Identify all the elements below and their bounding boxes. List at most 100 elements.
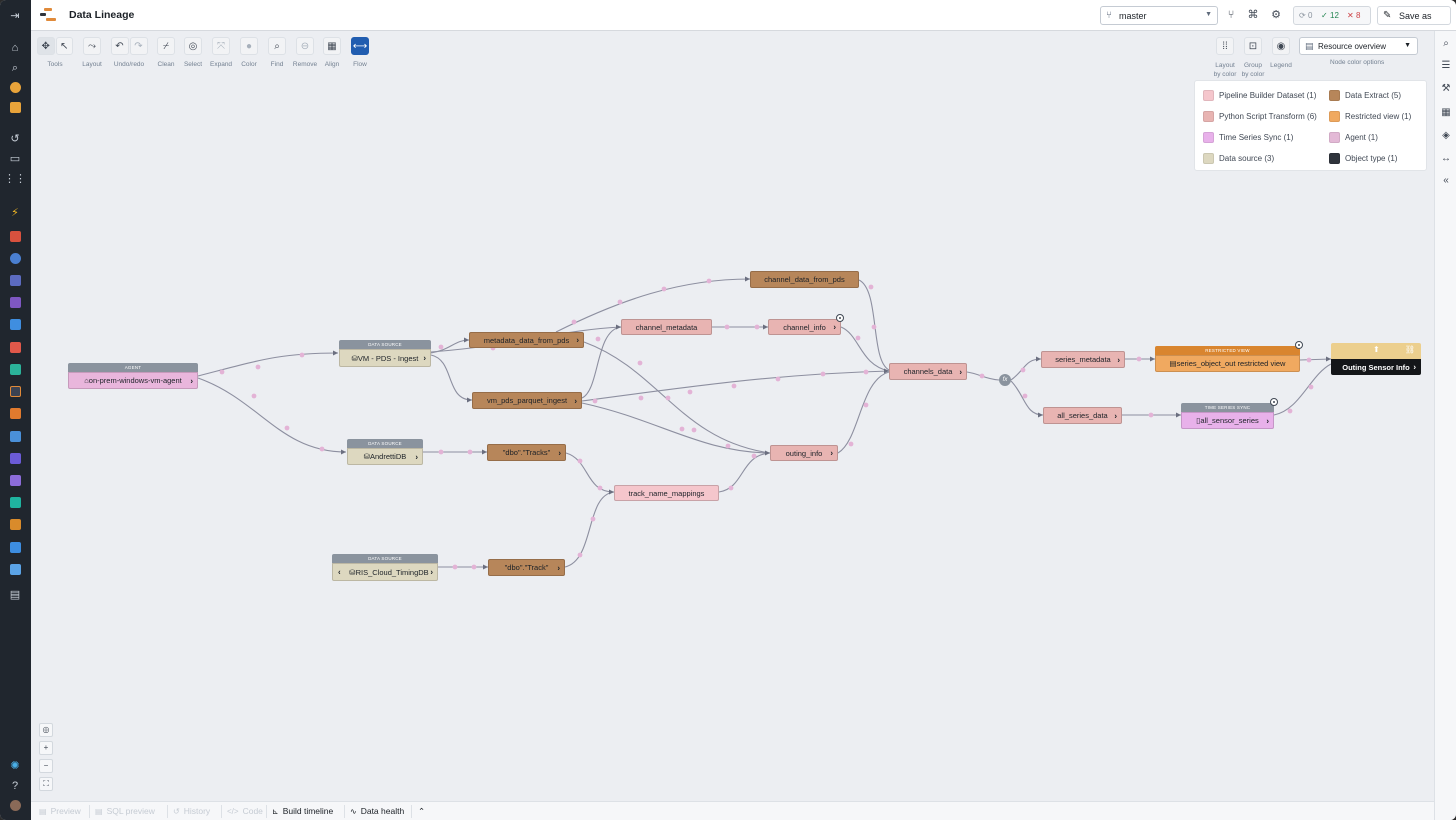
chevron-right-icon[interactable]: ›: [1413, 363, 1416, 372]
node-label: Outing Sensor Info: [1342, 362, 1410, 372]
table-icon: ▤: [39, 806, 47, 816]
chevron-right-icon[interactable]: ›: [574, 396, 577, 405]
fit-to-screen-icon[interactable]: ⛶: [39, 777, 53, 791]
flow-dot: [775, 376, 781, 382]
chevron-right-icon[interactable]: ›: [423, 354, 426, 363]
channels-data-node[interactable]: channels_data ›: [889, 363, 967, 380]
chevron-right-icon[interactable]: ›: [190, 376, 193, 385]
tab-code[interactable]: </> Code: [227, 806, 263, 816]
tab-label: Code: [242, 806, 263, 816]
edge: [565, 452, 615, 493]
flow-dot: [1308, 384, 1314, 390]
flow-dot: [754, 324, 760, 330]
flow-dot: [665, 395, 671, 401]
node-label: RIS_Cloud_TimingDB: [355, 567, 429, 577]
edge: [197, 377, 347, 453]
node-label: outing_info: [785, 448, 823, 458]
outing-info-node[interactable]: outing_info ›: [770, 445, 838, 461]
chevron-left-icon[interactable]: ‹: [338, 568, 341, 577]
dbo-tracks-node[interactable]: "dbo"."Tracks" ›: [487, 444, 566, 461]
tab-data-health[interactable]: ∿ Data health: [350, 806, 404, 816]
channel-metadata-node[interactable]: channel_metadata: [621, 319, 712, 335]
flow-dot: [590, 516, 596, 522]
all-series-data-node[interactable]: all_series_data ›: [1043, 407, 1122, 424]
edge: [197, 352, 339, 377]
recenter-icon[interactable]: ◎: [39, 723, 53, 737]
flow-dot: [820, 371, 826, 377]
node-status-badge[interactable]: [1270, 398, 1278, 406]
table-icon: ▤: [1169, 359, 1177, 368]
agent-node[interactable]: ⌂ on-prem-windows-vm-agent ›: [68, 372, 198, 389]
edge: [718, 452, 771, 493]
flow-dot: [731, 383, 737, 389]
node-label: series_metadata: [1055, 355, 1111, 364]
data-source-node-header: DATA SOURCE: [332, 554, 438, 563]
chevron-right-icon[interactable]: ›: [557, 563, 560, 572]
restricted-view-node[interactable]: ▤ series_object_out restricted view: [1155, 355, 1300, 372]
flow-dot: [452, 564, 458, 570]
flow-dot: [284, 425, 290, 431]
series-metadata-node[interactable]: series_metadata ›: [1041, 351, 1125, 368]
chevron-right-icon[interactable]: ›: [833, 323, 836, 332]
tab-label: Preview: [50, 806, 81, 816]
tab-preview[interactable]: ▤ Preview: [39, 806, 81, 816]
chevron-right-icon[interactable]: ›: [1114, 411, 1117, 420]
pulse-icon: ∿: [350, 806, 357, 816]
edge: [1010, 358, 1042, 381]
chevron-right-icon[interactable]: ›: [959, 367, 962, 376]
flow-dot: [687, 389, 693, 395]
flow-dot: [577, 458, 583, 464]
code-icon: </>: [227, 806, 239, 816]
outing-sensor-info-node[interactable]: Outing Sensor Info ›: [1331, 359, 1421, 375]
tab-history[interactable]: ↺ History: [173, 806, 210, 816]
andretti-db-node[interactable]: ⛁ AndrettiDB ›: [347, 448, 423, 465]
flow-dot: [251, 393, 257, 399]
tab-build-timeline[interactable]: ⊾ Build timeline: [272, 806, 333, 816]
node-label: channel_data_from_pds: [764, 275, 845, 284]
edge: [1010, 380, 1044, 416]
node-label: "dbo"."Tracks": [502, 448, 551, 457]
zoom-out-icon[interactable]: −: [39, 759, 53, 773]
divider: [411, 805, 412, 818]
node-status-badge[interactable]: [1295, 341, 1303, 349]
chevron-right-icon[interactable]: ›: [415, 452, 418, 461]
flow-dot: [1287, 408, 1293, 414]
zoom-in-icon[interactable]: +: [39, 741, 53, 755]
vm-pds-parquet-ingest-node[interactable]: vm_pds_parquet_ingest ›: [472, 392, 582, 409]
data-source-node-header: DATA SOURCE: [339, 340, 431, 349]
flow-dot: [638, 395, 644, 401]
all-sensor-series-node[interactable]: ▯ all_sensor_series ›: [1181, 412, 1274, 429]
vm-pds-ingest-node[interactable]: ⛁ VM - PDS - Ingest ›: [339, 349, 431, 367]
node-label: all_series_data: [1057, 411, 1108, 420]
ris-cloud-timing-db-node[interactable]: ‹ ⛁ RIS_Cloud_TimingDB ›: [332, 563, 438, 581]
node-status-badge[interactable]: [836, 314, 844, 322]
flow-dot: [1022, 393, 1028, 399]
chevron-right-icon[interactable]: ›: [1266, 416, 1269, 425]
tab-sql-preview[interactable]: ▤ SQL preview: [95, 806, 155, 816]
app-window: ⇥ ⌂ ⌕ ↺ ▭ ⋮⋮ ⚡ ▤ ✺ ? Data Lineage ⑂ mast…: [0, 0, 1456, 820]
metadata-data-from-pds-node[interactable]: metadata_data_from_pds ›: [469, 332, 584, 348]
edge-arrow: [333, 350, 338, 356]
flow-dot: [868, 284, 874, 290]
track-name-mappings-node[interactable]: track_name_mappings: [614, 485, 719, 501]
history-icon: ↺: [173, 806, 180, 816]
flow-dot: [319, 446, 325, 452]
edge: [581, 402, 771, 454]
flow-dot: [1136, 356, 1142, 362]
chevron-right-icon[interactable]: ›: [830, 449, 833, 458]
channel-info-node[interactable]: channel_info ›: [768, 319, 841, 335]
flow-dot: [855, 335, 861, 341]
channel-data-from-pds-node[interactable]: channel_data_from_pds: [750, 271, 859, 288]
expand-panel-icon[interactable]: ⌃: [418, 806, 425, 817]
flow-dot: [637, 360, 643, 366]
function-icon[interactable]: fx: [999, 374, 1011, 386]
chevron-right-icon[interactable]: ›: [576, 336, 579, 345]
dbo-track-node[interactable]: "dbo"."Track" ›: [488, 559, 565, 576]
flow-dot: [219, 369, 225, 375]
divider: [89, 805, 90, 818]
chevron-right-icon[interactable]: ›: [558, 448, 561, 457]
timeline-icon: ⊾: [272, 806, 279, 816]
chevron-right-icon[interactable]: ›: [1117, 355, 1120, 364]
flow-dot: [863, 369, 869, 375]
chevron-right-icon[interactable]: ›: [430, 568, 433, 577]
